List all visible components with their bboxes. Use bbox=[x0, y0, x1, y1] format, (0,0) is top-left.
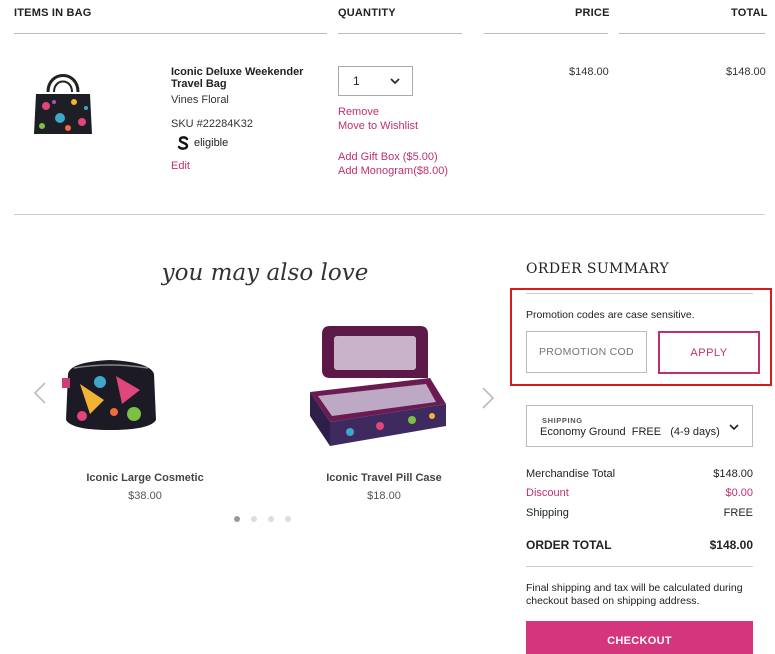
final-shipping-note: Final shipping and tax will be calculate… bbox=[526, 582, 743, 607]
carousel-dot[interactable] bbox=[268, 516, 274, 522]
summary-rule bbox=[526, 566, 753, 567]
shoprunner-eligible: eligible bbox=[177, 136, 228, 150]
add-gift-box-link[interactable]: Add Gift Box ($5.00) bbox=[338, 151, 438, 163]
shipping-cost: FREE bbox=[631, 426, 662, 438]
carousel-dot[interactable] bbox=[234, 516, 240, 522]
remove-link[interactable]: Remove bbox=[338, 106, 379, 118]
chevron-down-icon bbox=[390, 78, 400, 84]
shipping-label: SHIPPING bbox=[542, 416, 583, 425]
price-header: PRICE bbox=[575, 7, 610, 19]
item-total: $148.00 bbox=[726, 66, 766, 78]
promo-note: Promotion codes are case sensitive. bbox=[526, 309, 695, 321]
rec-price-large-cosmetic: $38.00 bbox=[128, 490, 162, 502]
chevron-right-icon bbox=[482, 387, 495, 409]
rec-price-travel-pill-case: $18.00 bbox=[367, 490, 401, 502]
eligible-label: eligible bbox=[194, 137, 229, 149]
product-image-weekender-bag[interactable] bbox=[30, 66, 96, 138]
order-total-label: ORDER TOTAL bbox=[526, 538, 612, 552]
order-total-value: $148.00 bbox=[709, 538, 753, 552]
order-summary-title: ORDER SUMMARY bbox=[526, 261, 670, 277]
discount-value: $0.00 bbox=[725, 487, 753, 499]
header-rule-items bbox=[14, 33, 327, 34]
recommendations-title: you may also love bbox=[161, 260, 369, 286]
shipping-line-label: Shipping bbox=[526, 507, 569, 519]
total-header: TOTAL bbox=[731, 7, 768, 19]
discount-label: Discount bbox=[526, 487, 569, 499]
rec-name-large-cosmetic[interactable]: Iconic Large Cosmetic bbox=[60, 472, 230, 484]
quantity-header: QUANTITY bbox=[338, 7, 396, 19]
add-monogram-link[interactable]: Add Monogram($8.00) bbox=[338, 165, 448, 177]
promo-code-input[interactable] bbox=[526, 331, 647, 373]
product-sku: SKU #22284K32 bbox=[171, 118, 253, 130]
header-rule-total bbox=[619, 33, 765, 34]
carousel-dot[interactable] bbox=[251, 516, 257, 522]
chevron-down-icon bbox=[729, 424, 739, 430]
shipping-line-value: FREE bbox=[723, 507, 753, 519]
apply-button[interactable]: APPLY bbox=[658, 331, 760, 374]
carousel-next-arrow[interactable] bbox=[482, 385, 495, 416]
shipping-days: (4-9 days) bbox=[670, 426, 720, 438]
product-color: Vines Floral bbox=[171, 94, 229, 106]
shoprunner-icon bbox=[177, 136, 189, 150]
item-price: $148.00 bbox=[569, 66, 609, 78]
header-rule-price bbox=[484, 33, 608, 34]
checkout-button[interactable]: CHECKOUT bbox=[526, 621, 753, 654]
carousel-prev-arrow[interactable] bbox=[33, 380, 46, 411]
shipping-select[interactable]: SHIPPING Economy Ground FREE (4-9 days) bbox=[526, 405, 753, 447]
product-image-travel-pill-case[interactable] bbox=[300, 322, 452, 454]
carousel-dot[interactable] bbox=[285, 516, 291, 522]
rec-name-travel-pill-case[interactable]: Iconic Travel Pill Case bbox=[300, 472, 468, 484]
header-rule-quantity bbox=[338, 33, 462, 34]
items-in-bag-header: ITEMS IN BAG bbox=[14, 7, 92, 19]
product-image-large-cosmetic[interactable] bbox=[60, 354, 162, 434]
merchandise-total-value: $148.00 bbox=[713, 468, 753, 480]
chevron-left-icon bbox=[33, 382, 46, 404]
move-to-wishlist-link[interactable]: Move to Wishlist bbox=[338, 120, 418, 132]
shipping-value: Economy Ground FREE (4-9 days) bbox=[540, 426, 720, 438]
edit-item-link[interactable]: Edit bbox=[171, 160, 190, 172]
product-name[interactable]: Iconic Deluxe Weekender Travel Bag bbox=[171, 66, 321, 90]
quantity-value: 1 bbox=[353, 74, 360, 88]
shipping-method: Economy Ground bbox=[540, 426, 626, 438]
merchandise-total-label: Merchandise Total bbox=[526, 468, 616, 480]
carousel-dots bbox=[234, 516, 291, 522]
quantity-select[interactable]: 1 bbox=[338, 66, 413, 96]
cart-divider bbox=[14, 214, 765, 215]
